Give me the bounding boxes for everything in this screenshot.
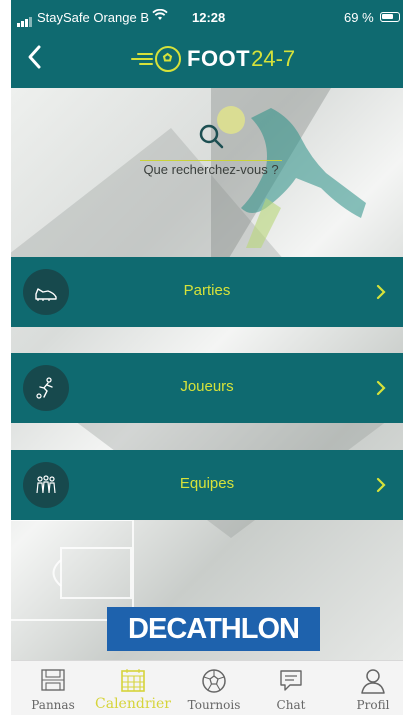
bottom-tab-bar: Pannas Calendrier Tournois Chat Profil [11, 660, 403, 715]
sponsor-banner-decathlon[interactable]: DECATHLON [107, 607, 320, 651]
calendar-icon [121, 669, 145, 692]
tab-tournois[interactable]: Tournois [179, 661, 249, 715]
status-bar: StaySafe Orange B 12:28 69 % [11, 0, 403, 32]
menu-item-label: Parties [183, 282, 231, 299]
search-prompt[interactable]: Que recherchez-vous ? [126, 122, 296, 184]
search-placeholder: Que recherchez-vous ? [143, 162, 279, 177]
wifi-icon [152, 8, 168, 24]
chat-bubble-icon [280, 670, 302, 691]
carrier-name: StaySafe Orange B [37, 10, 150, 25]
back-button[interactable] [25, 44, 49, 74]
tab-chat[interactable]: Chat [261, 661, 321, 715]
search-underline [140, 160, 282, 161]
search-icon [199, 124, 224, 149]
tab-pannas[interactable]: Pannas [23, 661, 83, 715]
top-bar: StaySafe Orange B 12:28 69 % FOOT 24-7 [11, 0, 403, 88]
battery-icon [380, 12, 400, 22]
battery-percent: 69 % [344, 10, 374, 25]
menu-item-equipes[interactable]: Equipes [11, 450, 403, 520]
menu-item-parties[interactable]: Parties [11, 257, 403, 327]
logo-word-247: 24-7 [251, 46, 296, 71]
menu-item-label: Equipes [179, 475, 235, 492]
tab-label: Chat [276, 698, 306, 712]
sponsor-name: DECATHLON [128, 613, 300, 645]
app-screen: StaySafe Orange B 12:28 69 % FOOT 24-7 Q… [11, 0, 403, 715]
signal-icon [17, 12, 33, 27]
tab-label: Tournois [187, 698, 241, 712]
speed-lines-icon [131, 51, 153, 67]
menu-item-label: Joueurs [180, 378, 234, 395]
tab-label: Profil [356, 698, 390, 712]
clock: 12:28 [192, 10, 226, 25]
chevron-right-icon [376, 477, 386, 493]
tab-label: Pannas [31, 698, 75, 712]
tab-profil[interactable]: Profil [343, 661, 403, 715]
logo-word-foot: FOOT [187, 46, 251, 71]
menu-item-joueurs[interactable]: Joueurs [11, 353, 403, 423]
pitch-goal-icon [41, 669, 65, 691]
logo-ball-icon [155, 46, 181, 72]
soccer-ball-icon [202, 669, 226, 693]
tab-calendrier[interactable]: Calendrier [93, 661, 173, 715]
user-icon [361, 669, 385, 694]
tab-label: Calendrier [95, 696, 171, 712]
chevron-right-icon [376, 380, 386, 396]
chevron-right-icon [376, 284, 386, 300]
app-logo: FOOT 24-7 [131, 44, 295, 74]
